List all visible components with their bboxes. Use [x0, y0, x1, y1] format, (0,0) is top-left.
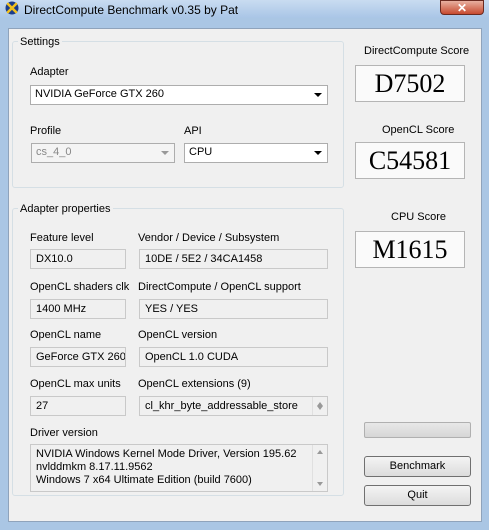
- settings-group-label: Settings: [18, 36, 62, 48]
- api-select[interactable]: CPU: [184, 143, 328, 163]
- directcompute-score: D7502: [355, 65, 465, 102]
- app-window: DirectCompute Benchmark v0.35 by Pat ✕ S…: [0, 0, 489, 530]
- api-select-value: CPU: [189, 146, 213, 158]
- max-units-label: OpenCL max units: [30, 378, 121, 390]
- vendor-field: 10DE / 5E2 / 34CA1458: [139, 249, 328, 269]
- driver-scrollbar[interactable]: [312, 445, 327, 491]
- cpu-score: M1615: [355, 231, 465, 268]
- dc-support-label: DirectCompute / OpenCL support: [138, 281, 301, 293]
- ocl-version-label: OpenCL version: [138, 329, 218, 341]
- adapter-select-value: NVIDIA GeForce GTX 260: [35, 88, 164, 100]
- close-icon: ✕: [456, 1, 468, 15]
- window-title: DirectCompute Benchmark v0.35 by Pat: [24, 3, 239, 17]
- ocl-version-field: OpenCL 1.0 CUDA: [139, 347, 328, 367]
- adapter-label: Adapter: [30, 66, 69, 78]
- driver-line: nvlddmkm 8.17.11.9562: [36, 461, 153, 473]
- feature-level-field: DX10.0: [30, 249, 126, 269]
- shaders-clk-field: 1400 MHz: [30, 299, 126, 319]
- profile-select[interactable]: cs_4_0: [31, 143, 175, 163]
- scroll-down-icon[interactable]: [317, 482, 323, 486]
- profile-select-value: cs_4_0: [36, 146, 72, 158]
- settings-group: [12, 41, 344, 188]
- ocl-name-field: GeForce GTX 260: [30, 347, 126, 367]
- profile-label: Profile: [30, 125, 62, 137]
- feature-level-label: Feature level: [30, 232, 94, 244]
- adapter-properties-label: Adapter properties: [18, 203, 113, 215]
- dc-support-field: YES / YES: [139, 299, 328, 319]
- driver-version-memo[interactable]: NVIDIA Windows Kernel Mode Driver, Versi…: [30, 444, 328, 492]
- opencl-score: C54581: [355, 142, 465, 179]
- title-bar[interactable]: DirectCompute Benchmark v0.35 by Pat ✕: [0, 0, 489, 18]
- driver-version-label: Driver version: [30, 427, 98, 439]
- ocl-name-label: OpenCL name: [30, 329, 102, 341]
- cpu-score-label: CPU Score: [391, 211, 447, 223]
- vendor-label: Vendor / Device / Subsystem: [138, 232, 280, 244]
- driver-line: NVIDIA Windows Kernel Mode Driver, Versi…: [36, 448, 297, 460]
- chevron-down-icon: [314, 93, 322, 97]
- adapter-select[interactable]: NVIDIA GeForce GTX 260: [30, 85, 328, 105]
- chevron-down-icon: [314, 151, 322, 155]
- close-button[interactable]: ✕: [440, 0, 484, 15]
- chevron-down-icon: [161, 151, 169, 155]
- benchmark-button[interactable]: Benchmark: [364, 456, 471, 477]
- benchmark-progress-bar: [364, 422, 471, 438]
- scroll-up-icon[interactable]: [317, 450, 323, 454]
- quit-button[interactable]: Quit: [364, 485, 471, 506]
- shaders-clk-label: OpenCL shaders clk: [30, 281, 130, 293]
- directcompute-score-label: DirectCompute Score: [364, 45, 470, 57]
- extensions-scrollbar[interactable]: [312, 397, 327, 415]
- scroll-down-icon[interactable]: [317, 406, 323, 410]
- main-panel: Settings Adapter NVIDIA GeForce GTX 260 …: [8, 28, 482, 522]
- opencl-score-label: OpenCL Score: [382, 124, 455, 136]
- extensions-field[interactable]: cl_khr_byte_addressable_store: [139, 396, 328, 416]
- app-icon: [5, 1, 19, 15]
- api-label: API: [184, 125, 202, 137]
- driver-line: Windows 7 x64 Ultimate Edition (build 76…: [36, 474, 252, 486]
- extensions-label: OpenCL extensions (9): [138, 378, 251, 390]
- max-units-field: 27: [30, 396, 126, 416]
- extensions-value: cl_khr_byte_addressable_store: [145, 400, 298, 412]
